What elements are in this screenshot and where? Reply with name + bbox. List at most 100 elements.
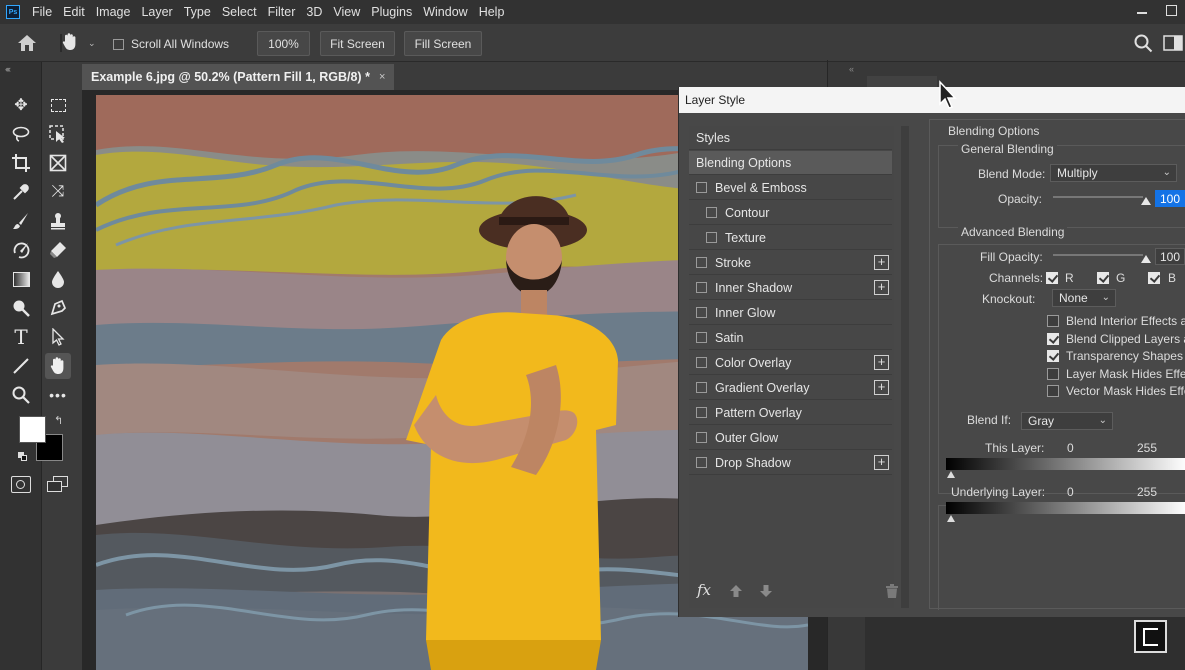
advanced-option-checkbox[interactable] [1047, 332, 1059, 345]
zoom-icon[interactable] [10, 384, 32, 406]
style-checkbox[interactable] [696, 257, 707, 268]
menu-type[interactable]: Type [184, 5, 211, 19]
screen-mode-icon[interactable] [47, 476, 69, 493]
style-checkbox[interactable] [696, 332, 707, 343]
style-checkbox[interactable] [696, 307, 707, 318]
style-checkbox[interactable] [706, 232, 717, 243]
blend-mode-select[interactable]: Multiply ⌄ [1050, 164, 1177, 182]
style-item-blending-options[interactable]: Blending Options [689, 151, 892, 175]
pen-icon[interactable] [47, 297, 69, 319]
add-style-plus-icon[interactable]: + [874, 255, 889, 270]
style-item-styles[interactable]: Styles [689, 126, 892, 150]
style-item-texture[interactable]: Texture [689, 226, 892, 250]
toolbar-chevrons-icon[interactable]: « [6, 64, 11, 74]
fill-screen-button[interactable]: Fill Screen [404, 31, 482, 56]
history-brush-icon[interactable] [10, 239, 32, 261]
menu-layer[interactable]: Layer [141, 5, 172, 19]
scroll-all-windows-checkbox[interactable]: Scroll All Windows [113, 37, 229, 51]
restore-icon[interactable] [1166, 5, 1177, 16]
eyedropper-icon[interactable] [10, 181, 32, 203]
style-item-bevel-emboss[interactable]: Bevel & Emboss [689, 176, 892, 200]
style-item-inner-shadow[interactable]: Inner Shadow + [689, 276, 892, 300]
style-checkbox[interactable] [696, 432, 707, 443]
styles-list-scrollbar[interactable] [901, 126, 909, 608]
gradient-icon[interactable] [10, 268, 32, 290]
close-tab-icon[interactable]: × [379, 71, 385, 83]
add-style-plus-icon[interactable]: + [874, 380, 889, 395]
fill-opacity-input[interactable]: 100 [1155, 248, 1185, 265]
move-up-icon[interactable] [729, 584, 743, 598]
style-item-outer-glow[interactable]: Outer Glow [689, 426, 892, 450]
opacity-slider[interactable] [1053, 196, 1143, 198]
swap-colors-icon[interactable]: ↰ [54, 414, 63, 427]
clone-stamp-icon[interactable] [47, 210, 69, 232]
style-checkbox[interactable] [696, 457, 707, 468]
opacity-input[interactable]: 100 [1155, 190, 1185, 207]
minimize-icon[interactable] [1137, 4, 1149, 18]
eraser-icon[interactable] [47, 239, 69, 261]
menu-view[interactable]: View [333, 5, 360, 19]
style-checkbox[interactable] [706, 207, 717, 218]
marquee-icon[interactable] [47, 94, 69, 116]
content-aware-move-icon[interactable]: ⤨ [47, 181, 69, 203]
zoom-100-button[interactable]: 100% [257, 31, 310, 56]
default-colors-icon[interactable] [18, 452, 28, 462]
move-icon[interactable]: ✥ [10, 94, 32, 116]
path-select-icon[interactable] [47, 326, 69, 348]
style-checkbox[interactable] [696, 382, 707, 393]
hand-tool-icon[interactable] [61, 32, 79, 52]
object-select-icon[interactable] [47, 123, 69, 145]
home-icon[interactable] [17, 34, 37, 52]
style-item-drop-shadow[interactable]: Drop Shadow + [689, 451, 892, 475]
add-style-plus-icon[interactable]: + [874, 280, 889, 295]
style-checkbox[interactable] [696, 407, 707, 418]
menu-plugins[interactable]: Plugins [371, 5, 412, 19]
menu-window[interactable]: Window [423, 5, 467, 19]
add-style-plus-icon[interactable]: + [874, 455, 889, 470]
dodge-icon[interactable] [10, 297, 32, 319]
more-icon[interactable]: ••• [47, 384, 69, 406]
type-icon[interactable]: T [10, 325, 32, 349]
this-layer-gradient-slider[interactable] [946, 458, 1185, 470]
style-item-inner-glow[interactable]: Inner Glow [689, 301, 892, 325]
menu-file[interactable]: File [32, 5, 52, 19]
this-layer-black-thumb[interactable] [947, 471, 955, 478]
delete-icon[interactable] [885, 583, 899, 599]
dialog-title[interactable]: Layer Style [679, 87, 1185, 113]
menu-3d[interactable]: 3D [306, 5, 322, 19]
add-style-plus-icon[interactable]: + [874, 355, 889, 370]
menu-filter[interactable]: Filter [268, 5, 296, 19]
advanced-option-checkbox[interactable] [1047, 367, 1059, 380]
underlying-layer-black-thumb[interactable] [947, 515, 955, 522]
style-item-stroke[interactable]: Stroke + [689, 251, 892, 275]
move-down-icon[interactable] [759, 584, 773, 598]
style-checkbox[interactable] [696, 282, 707, 293]
advanced-option-checkbox[interactable] [1047, 315, 1059, 327]
line-icon[interactable] [10, 355, 32, 377]
checkbox-icon[interactable] [113, 38, 124, 50]
frame-icon[interactable] [47, 152, 69, 174]
fx-icon[interactable]: fx [697, 581, 711, 599]
crop-icon[interactable] [10, 152, 32, 174]
underlying-layer-gradient-slider[interactable] [946, 502, 1185, 514]
quick-mask-icon[interactable] [11, 476, 31, 493]
fill-opacity-slider[interactable] [1053, 254, 1143, 256]
style-checkbox[interactable] [696, 182, 707, 193]
style-checkbox[interactable] [696, 357, 707, 368]
document-tab[interactable]: Example 6.jpg @ 50.2% (Pattern Fill 1, R… [82, 64, 394, 90]
menu-select[interactable]: Select [222, 5, 257, 19]
hand-icon[interactable] [45, 353, 71, 379]
style-item-contour[interactable]: Contour [689, 201, 892, 225]
style-item-gradient-overlay[interactable]: Gradient Overlay + [689, 376, 892, 400]
knockout-select[interactable]: None ⌄ [1052, 289, 1116, 307]
advanced-option-checkbox[interactable] [1047, 350, 1059, 362]
style-item-pattern-overlay[interactable]: Pattern Overlay [689, 401, 892, 425]
dock-chevrons-icon[interactable]: « [849, 64, 854, 74]
brush-icon[interactable] [10, 210, 32, 232]
lasso-icon[interactable] [10, 123, 32, 145]
opacity-slider-thumb[interactable] [1141, 197, 1151, 205]
foreground-color-front[interactable] [19, 416, 46, 443]
channel-g-checkbox[interactable] [1097, 272, 1109, 284]
blur-icon[interactable] [47, 268, 69, 290]
style-item-satin[interactable]: Satin [689, 326, 892, 350]
